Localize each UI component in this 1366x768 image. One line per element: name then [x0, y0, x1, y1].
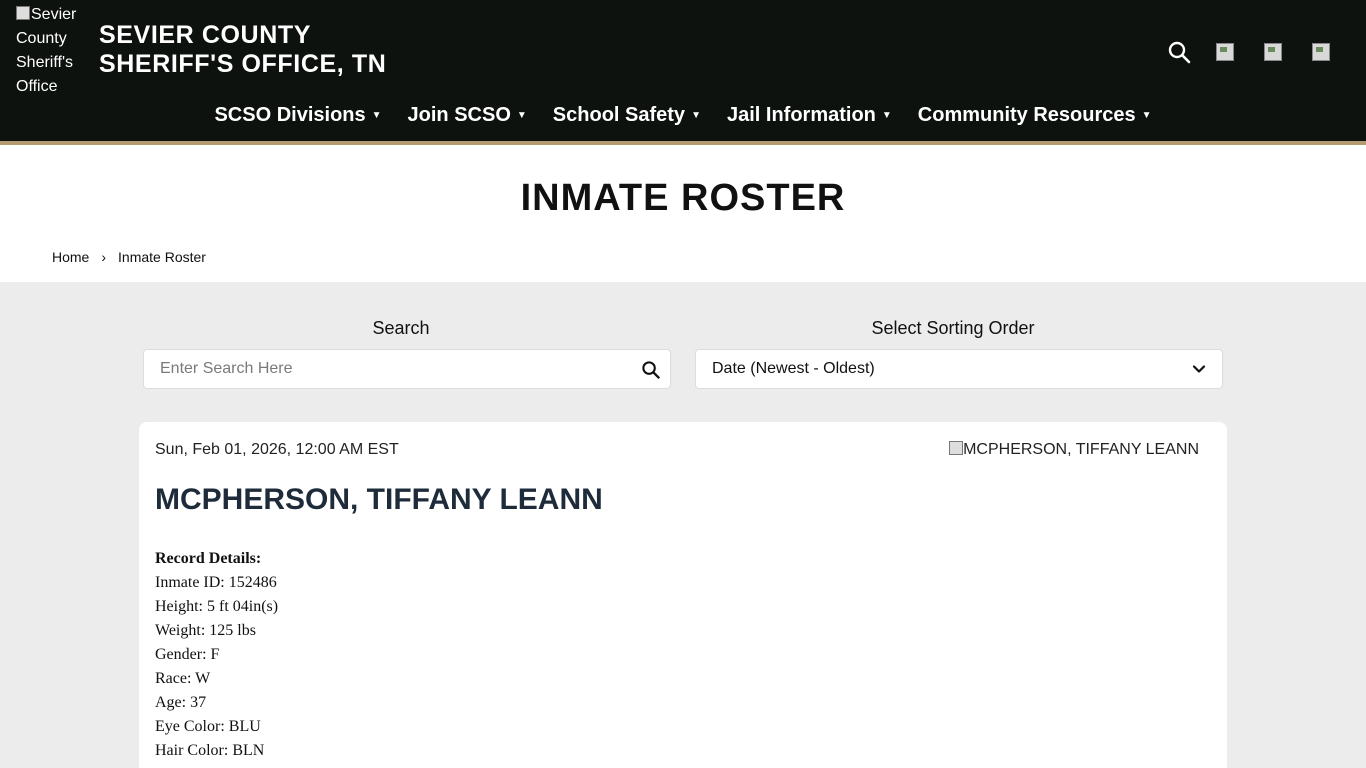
header-icons — [1167, 40, 1330, 64]
sort-selected-value: Date (Newest - Oldest) — [712, 360, 875, 377]
inmate-age: Age: 37 — [155, 694, 207, 711]
record-date: Sun, Feb 01, 2026, 12:00 AM EST — [155, 441, 399, 458]
nav-item-label: SCSO Divisions — [214, 104, 366, 126]
sort-select[interactable]: Date (Newest - Oldest) — [695, 349, 1223, 389]
nav-item-label: Join SCSO — [407, 104, 511, 126]
inmate-race: Race: W — [155, 670, 211, 687]
inmate-photo: MCPHERSON, TIFFANY LEANN — [949, 441, 1199, 459]
nav-item-label: Community Resources — [917, 104, 1136, 126]
twitter-icon[interactable] — [1264, 43, 1282, 61]
site-title[interactable]: SEVIER COUNTY SHERIFF'S OFFICE, TN — [99, 21, 429, 79]
nav-item-label: Jail Information — [726, 104, 876, 126]
site-header: Sevier County Sheriff's Office SEVIER CO… — [0, 0, 1366, 145]
nav-item-join-scso[interactable]: Join SCSO ▼ — [408, 104, 527, 127]
breadcrumb: Home › Inmate Roster — [52, 249, 206, 265]
nav-item-community-resources[interactable]: Community Resources ▼ — [918, 104, 1152, 127]
inmate-gender: Gender: F — [155, 646, 220, 663]
caret-down-icon: ▼ — [1141, 110, 1152, 121]
search-icon[interactable] — [1167, 40, 1191, 64]
inmate-name[interactable]: MCPHERSON, TIFFANY LEANN — [155, 483, 603, 517]
inmate-weight: Weight: 125 lbs — [155, 622, 256, 639]
site-title-line2: SHERIFF'S OFFICE, TN — [99, 50, 387, 78]
instagram-icon[interactable] — [1312, 43, 1330, 61]
title-band: INMATE ROSTER Home › Inmate Roster — [0, 145, 1366, 282]
nav-item-label: School Safety — [552, 104, 686, 126]
sort-label: Select Sorting Order — [871, 318, 1035, 338]
record-details-heading: Record Details: — [155, 550, 262, 567]
breadcrumb-current: Inmate Roster — [118, 249, 206, 265]
main-nav: SCSO Divisions ▼ Join SCSO ▼ School Safety… — [0, 104, 1366, 127]
caret-down-icon: ▼ — [691, 110, 701, 121]
site-logo[interactable]: Sevier County Sheriff's Office — [16, 3, 88, 99]
broken-image-icon — [949, 441, 964, 455]
nav-item-school-safety[interactable]: School Safety ▼ — [553, 104, 701, 127]
chevron-down-icon — [1192, 365, 1206, 373]
inmate-height: Height: 5 ft 04in(s) — [155, 598, 279, 615]
record-details: Record Details: Inmate ID: 152486 Height… — [155, 547, 278, 763]
inmate-hair-color: Hair Color: BLN — [155, 742, 265, 759]
search-input[interactable] — [144, 350, 670, 388]
nav-item-jail-information[interactable]: Jail Information ▼ — [727, 104, 892, 127]
broken-image-icon — [16, 6, 30, 20]
caret-down-icon: ▼ — [516, 110, 527, 121]
nav-item-scso-divisions[interactable]: SCSO Divisions ▼ — [214, 104, 381, 127]
inmate-id: Inmate ID: 152486 — [155, 574, 277, 591]
inmate-record-card[interactable]: Sun, Feb 01, 2026, 12:00 AM EST MCPHERSO… — [139, 422, 1227, 768]
breadcrumb-home-link[interactable]: Home — [52, 249, 89, 265]
chevron-right-icon: › — [101, 249, 107, 265]
page-title: INMATE ROSTER — [520, 177, 846, 219]
search-label: Search — [372, 318, 430, 338]
facebook-icon[interactable] — [1216, 43, 1234, 61]
search-icon[interactable] — [641, 360, 660, 379]
caret-down-icon: ▼ — [371, 110, 382, 121]
search-field — [143, 349, 671, 389]
site-title-line1: SEVIER COUNTY — [99, 21, 311, 49]
inmate-photo-alt: MCPHERSON, TIFFANY LEANN — [963, 441, 1199, 458]
inmate-eye-color: Eye Color: BLU — [155, 718, 261, 735]
caret-down-icon: ▼ — [881, 110, 892, 121]
